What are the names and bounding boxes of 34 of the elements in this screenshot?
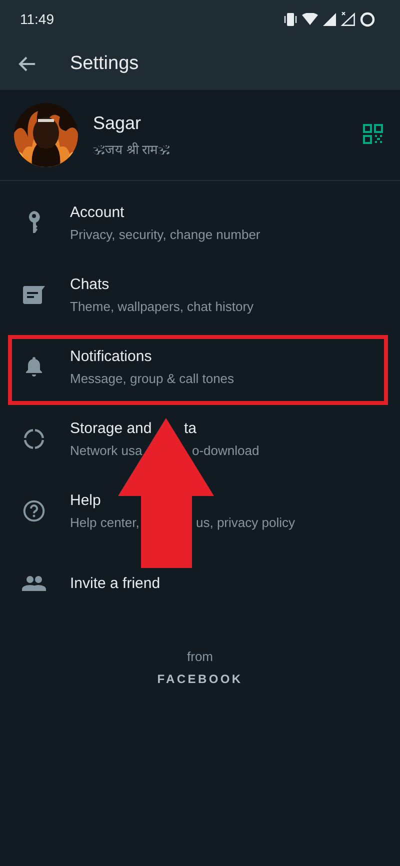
row-subtitle: Message, group & call tones xyxy=(70,370,234,387)
row-title: Invite a friend xyxy=(70,574,160,592)
signal-icon xyxy=(323,12,336,26)
help-icon xyxy=(23,500,45,522)
storage-ring-icon xyxy=(24,429,44,449)
vibrate-icon xyxy=(284,12,297,26)
row-title: Help xyxy=(70,490,101,510)
bell-icon xyxy=(26,357,42,377)
row-subtitle: us, privacy policy xyxy=(196,514,295,532)
row-title: Account xyxy=(70,203,124,222)
screen-title: Settings xyxy=(70,53,139,75)
footer-brand: FACEBOOK xyxy=(157,672,243,686)
row-title: Notifications xyxy=(70,347,152,366)
row-subtitle: Help center, xyxy=(70,514,140,530)
row-subtitle: o-download xyxy=(192,442,260,460)
chat-icon xyxy=(23,286,45,304)
profile-about: 🕉जय श्री राम🕉 xyxy=(93,140,172,158)
row-title: Chats xyxy=(70,275,110,294)
row-title: ta xyxy=(184,418,197,438)
qr-code-button[interactable] xyxy=(363,124,383,146)
back-arrow-icon xyxy=(18,56,36,72)
people-icon xyxy=(22,576,46,590)
profile-name: Sagar xyxy=(93,112,142,134)
wifi-icon xyxy=(302,13,318,25)
qr-code-icon xyxy=(363,124,383,144)
row-subtitle: Theme, wallpapers, chat history xyxy=(70,298,254,315)
key-icon xyxy=(28,211,40,235)
signal-off-icon xyxy=(341,12,355,26)
row-subtitle: Privacy, security, change number xyxy=(70,226,260,243)
row-subtitle: Network usa xyxy=(70,442,142,458)
footer-from: from xyxy=(187,649,213,664)
ring-icon xyxy=(360,12,375,26)
row-title: Storage and xyxy=(70,420,152,436)
status-time: 11:49 xyxy=(20,11,54,27)
